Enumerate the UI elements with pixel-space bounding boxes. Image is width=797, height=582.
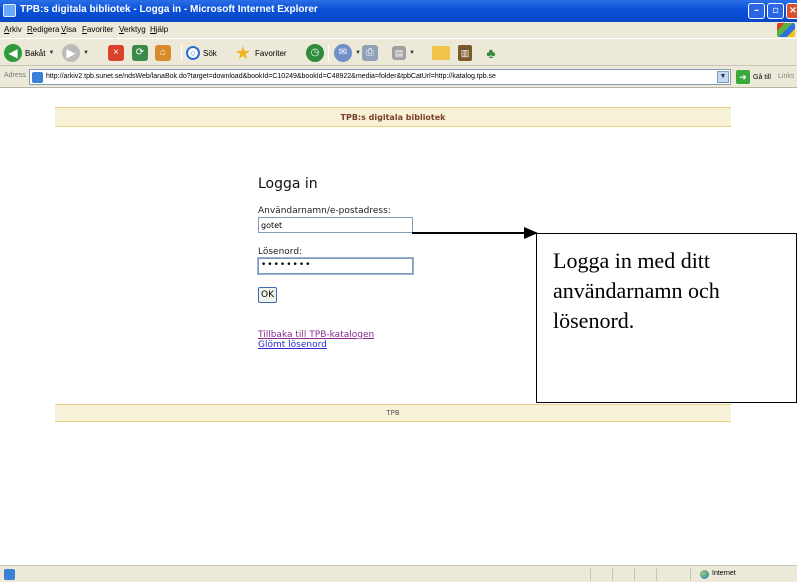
- home-button[interactable]: ⌂: [155, 43, 171, 63]
- title-bar: TPB:s digitala bibliotek - Logga in - Mi…: [0, 0, 797, 22]
- edit-page-icon: ▤: [392, 46, 406, 60]
- dropdown-arrow-icon: ▼: [409, 50, 415, 56]
- address-bar: Adress http://arkiv2.tpb.sunet.se/ndsWeb…: [0, 66, 797, 88]
- ok-button[interactable]: OK: [258, 287, 277, 303]
- page-footer-band: TPB: [55, 404, 731, 422]
- folder-icon: [432, 46, 450, 60]
- menu-tools[interactable]: Verktyg: [119, 25, 146, 34]
- stop-icon: ×: [108, 45, 124, 61]
- dropdown-arrow-icon: ▼: [48, 50, 55, 56]
- status-separator: [690, 568, 691, 581]
- history-icon: ◷: [306, 44, 324, 62]
- search-icon: ○: [186, 46, 200, 60]
- address-label: Adress: [4, 72, 26, 79]
- windows-logo-icon: [777, 23, 795, 37]
- address-url: http://arkiv2.tpb.sunet.se/ndsWeb/lanaBo…: [46, 73, 496, 80]
- history-button[interactable]: ◷: [306, 43, 324, 63]
- minimize-button[interactable]: –: [748, 3, 765, 19]
- go-arrow-icon: ➜: [736, 70, 750, 84]
- home-icon: ⌂: [155, 45, 171, 61]
- menu-file[interactable]: Arkiv: [4, 25, 22, 34]
- go-label: Gå till: [753, 73, 771, 81]
- maximize-button[interactable]: ▫: [767, 3, 784, 19]
- toolbar-separator: [181, 45, 182, 61]
- messenger-icon: ♣: [486, 45, 496, 61]
- menu-bar: Arkiv Redigera Visa Favoriter Verktyg Hj…: [0, 22, 797, 38]
- dropdown-arrow-icon: ▼: [355, 50, 361, 56]
- toolbar-separator: [328, 45, 329, 61]
- status-separator: [634, 568, 635, 581]
- back-label: Bakåt: [25, 48, 46, 58]
- address-input[interactable]: http://arkiv2.tpb.sunet.se/ndsWeb/lanaBo…: [29, 69, 731, 85]
- dropdown-arrow-icon: ▼: [83, 50, 89, 56]
- status-separator: [612, 568, 613, 581]
- status-bar: Internet: [0, 565, 797, 582]
- menu-view[interactable]: Visa: [61, 25, 76, 34]
- stop-button[interactable]: ×: [108, 43, 124, 63]
- address-dropdown-icon[interactable]: ▼: [717, 71, 729, 83]
- refresh-icon: ⟳: [132, 45, 148, 61]
- refresh-button[interactable]: ⟳: [132, 43, 148, 63]
- password-input[interactable]: ••••••••: [257, 257, 414, 275]
- print-button[interactable]: ⎙: [362, 43, 378, 63]
- mail-button[interactable]: ✉ ▼: [334, 43, 361, 63]
- go-button[interactable]: ➜ Gå till: [736, 70, 771, 84]
- menu-favorites[interactable]: Favoriter: [82, 25, 114, 34]
- callout-text: Logga in med ditt användarnamn och lösen…: [553, 248, 720, 333]
- username-input[interactable]: gotet: [258, 217, 413, 233]
- ie-app-icon: [3, 4, 16, 17]
- username-label: Användarnamn/e-postadress:: [258, 206, 391, 216]
- status-separator: [656, 568, 657, 581]
- back-to-catalog-link[interactable]: Tillbaka till TPB-katalogen: [258, 330, 374, 340]
- forward-arrow-icon: ▶: [62, 44, 80, 62]
- mail-icon: ✉: [334, 44, 352, 62]
- page-header-band: TPB:s digitala bibliotek: [55, 107, 731, 127]
- login-heading: Logga in: [258, 176, 318, 192]
- forgot-password-link[interactable]: Glömt lösenord: [258, 340, 327, 350]
- research-icon: ▥: [458, 45, 472, 61]
- search-button[interactable]: ○ Sök: [186, 43, 217, 63]
- callout-arrow: [412, 227, 538, 239]
- edit-button[interactable]: ▤ ▼: [392, 43, 415, 63]
- close-button[interactable]: ×: [786, 3, 797, 19]
- callout-box: Logga in med ditt användarnamn och lösen…: [536, 233, 797, 403]
- window-title: TPB:s digitala bibliotek - Logga in - Mi…: [20, 4, 318, 15]
- research-button[interactable]: ▥: [458, 43, 472, 63]
- favorites-label: Favoriter: [255, 48, 287, 58]
- messenger-button[interactable]: ♣: [482, 43, 500, 63]
- back-arrow-icon: ◀: [4, 44, 22, 62]
- page-icon: [32, 72, 43, 83]
- search-label: Sök: [203, 48, 217, 58]
- favorites-star-icon: ★: [234, 43, 252, 63]
- internet-zone-label: Internet: [712, 570, 736, 577]
- favorites-button[interactable]: ★ Favoriter: [234, 43, 287, 63]
- menu-edit[interactable]: Redigera: [27, 25, 59, 34]
- page-status-icon: [4, 569, 15, 580]
- page-header-title: TPB:s digitala bibliotek: [340, 113, 446, 122]
- internet-zone-globe-icon: [700, 570, 709, 579]
- back-button[interactable]: ◀ Bakåt ▼: [4, 43, 54, 63]
- password-label: Lösenord:: [258, 247, 303, 257]
- folder-button[interactable]: [432, 43, 450, 63]
- forward-button[interactable]: ▶ ▼: [62, 43, 89, 63]
- menu-help[interactable]: Hjälp: [150, 25, 168, 34]
- status-separator: [590, 568, 591, 581]
- page-footer-text: TPB: [386, 409, 400, 417]
- links-label[interactable]: Links: [778, 73, 794, 80]
- toolbar: ◀ Bakåt ▼ ▶ ▼ × ⟳ ⌂ ○ Sök ★ Favoriter ◷ …: [0, 38, 797, 66]
- print-icon: ⎙: [362, 45, 378, 61]
